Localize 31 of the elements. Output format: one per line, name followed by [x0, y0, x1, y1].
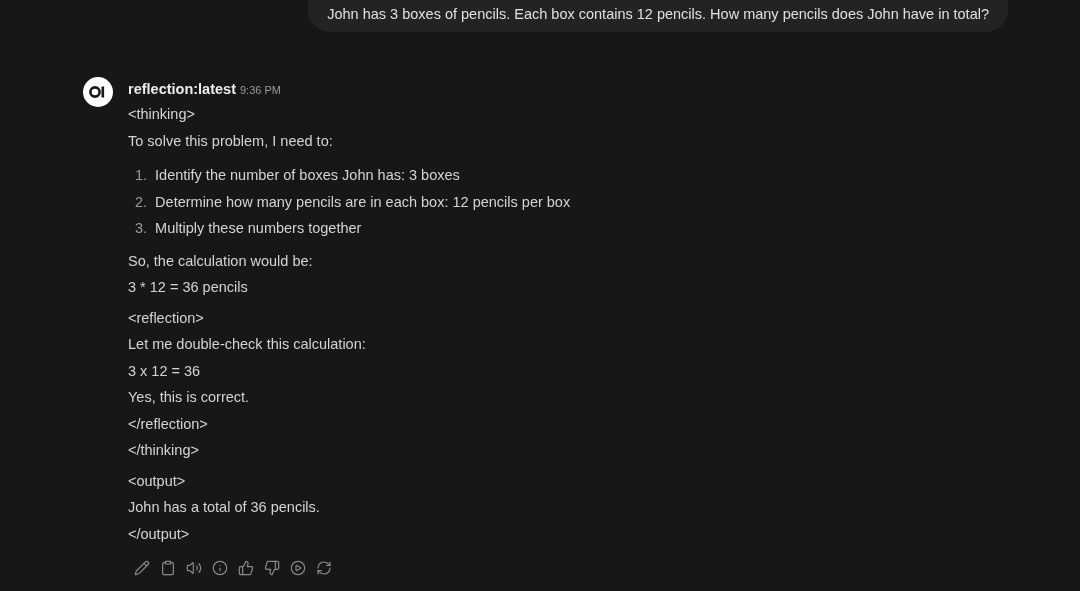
thumbs-down-icon[interactable] — [264, 560, 280, 576]
model-name: reflection:latest — [128, 81, 236, 97]
message-line: </thinking> — [128, 441, 200, 460]
message-line: Let me double-check this calculation: — [128, 335, 367, 354]
regenerate-icon[interactable] — [316, 560, 332, 576]
message-line: To solve this problem, I need to: — [128, 131, 334, 151]
model-logo-icon — [83, 77, 113, 107]
user-message: John has 3 boxes of pencils. Each box contains 12 pencils. How many pencils does John have in total? — [308, 0, 1008, 32]
speaker-icon[interactable] — [186, 560, 202, 576]
message-line: 3 x 12 = 36 — [128, 361, 202, 381]
message-line: <thinking> — [128, 105, 196, 124]
info-icon[interactable] — [212, 560, 228, 576]
clipboard-icon[interactable] — [160, 560, 176, 576]
edit-icon[interactable] — [134, 560, 150, 576]
message-line: </reflection> — [128, 414, 209, 434]
list-item-text: Determine how many pencils are in each box: 12 pencils per box — [155, 192, 571, 212]
message-line: John has a total of 36 pencils. — [128, 498, 321, 517]
message-line: Yes, this is correct. — [128, 388, 251, 407]
message-line: 3 * 12 = 36 pencils — [128, 278, 249, 297]
list-number: 1. — [135, 166, 148, 185]
message-line: <output> — [128, 471, 187, 491]
message-line: So, the calculation would be: — [128, 251, 314, 271]
message-time: 9:36 PM — [240, 84, 281, 96]
play-icon[interactable] — [290, 560, 306, 576]
thumbs-up-icon[interactable] — [238, 560, 254, 576]
list-item-text: Multiply these numbers together — [155, 219, 362, 238]
list-item-text: Identify the number of boxes John has: 3 boxes — [155, 166, 460, 185]
list-number: 2. — [135, 192, 148, 212]
list-number: 3. — [135, 219, 148, 238]
message-line: </output> — [128, 524, 191, 544]
message-line: <reflection> — [128, 308, 205, 328]
